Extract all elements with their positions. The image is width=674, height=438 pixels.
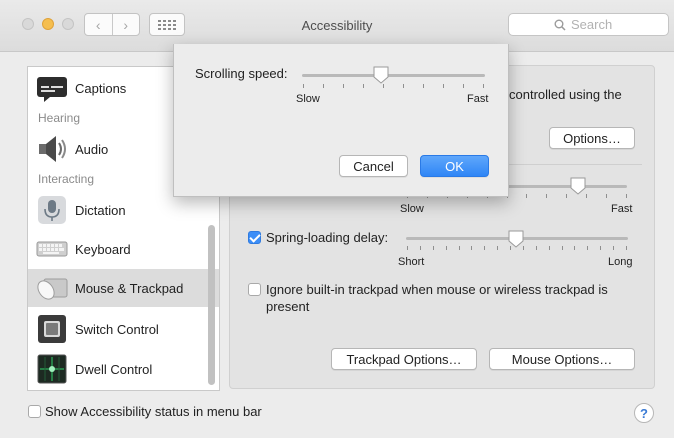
cancel-button[interactable]: Cancel [339, 155, 408, 177]
options-button[interactable]: Options… [549, 127, 635, 149]
dwell-control-icon [37, 354, 67, 384]
captions-icon [37, 77, 67, 102]
scrolling-speed-knob[interactable] [373, 66, 389, 84]
scrolling-speed-label: Scrolling speed: [195, 66, 288, 81]
slider-min-label: Slow [400, 203, 424, 215]
show-status-checkbox[interactable] [28, 405, 41, 418]
sidebar-scrollbar[interactable] [208, 225, 215, 385]
trackpad-options-button[interactable]: Trackpad Options… [331, 348, 477, 370]
slider-min-label: Short [398, 256, 425, 268]
section-divider [505, 164, 642, 165]
question-mark-icon: ? [640, 405, 648, 421]
spring-loading-label: Spring-loading delay: [266, 230, 389, 245]
spring-loading-checkbox[interactable] [248, 231, 261, 244]
slider-max-label: Long [608, 256, 633, 268]
show-status-label: Show Accessibility status in menu bar [45, 404, 262, 419]
keyboard-icon [36, 241, 68, 257]
sidebar-item-switch-control[interactable]: Switch Control [28, 310, 219, 348]
panel-description-text: controlled using the [509, 87, 622, 102]
scrolling-speed-sheet: Scrolling speed: Slow Fast Cancel OK [173, 44, 509, 197]
spring-loading-knob[interactable] [508, 230, 524, 248]
scrolling-speed-ticks [303, 84, 484, 90]
sidebar-item-label: Keyboard [75, 241, 131, 257]
sidebar-item-label: Audio [75, 141, 109, 157]
search-input[interactable]: Search [508, 13, 669, 36]
section-header-interacting: Interacting [38, 172, 95, 186]
switch-control-icon [38, 315, 66, 343]
sidebar-item-dwell-control[interactable]: Dwell Control [28, 350, 219, 388]
slider-max-label: Fast [611, 203, 633, 215]
sidebar-item-label: Mouse & Trackpad [75, 280, 184, 296]
ok-button[interactable]: OK [420, 155, 489, 177]
section-header-hearing: Hearing [38, 111, 81, 125]
search-icon [554, 19, 566, 31]
double-click-speed-knob[interactable] [570, 177, 586, 195]
mouse-options-button[interactable]: Mouse Options… [489, 348, 635, 370]
sidebar-item-label: Dwell Control [75, 361, 153, 377]
speaker-icon [39, 136, 66, 162]
search-placeholder: Search [571, 17, 613, 32]
slider-min-label: Slow [296, 93, 320, 105]
mouse-trackpad-icon [37, 278, 68, 300]
ignore-trackpad-checkbox[interactable] [248, 283, 261, 296]
ignore-trackpad-label: Ignore built-in trackpad when mouse or w… [266, 282, 608, 297]
ignore-trackpad-label-continued: present [266, 299, 310, 314]
slider-max-label: Fast [467, 93, 489, 105]
double-click-speed-track[interactable] [505, 185, 627, 188]
sidebar-item-label: Captions [75, 80, 127, 96]
sidebar-item-label: Dictation [75, 202, 126, 218]
microphone-icon [38, 196, 66, 224]
sidebar-item-mouse-trackpad[interactable]: Mouse & Trackpad [28, 269, 219, 307]
sidebar-item-keyboard[interactable]: Keyboard [28, 230, 219, 268]
help-button[interactable]: ? [634, 403, 654, 423]
scrolling-speed-track[interactable] [302, 74, 485, 77]
sidebar-item-label: Switch Control [75, 321, 159, 337]
